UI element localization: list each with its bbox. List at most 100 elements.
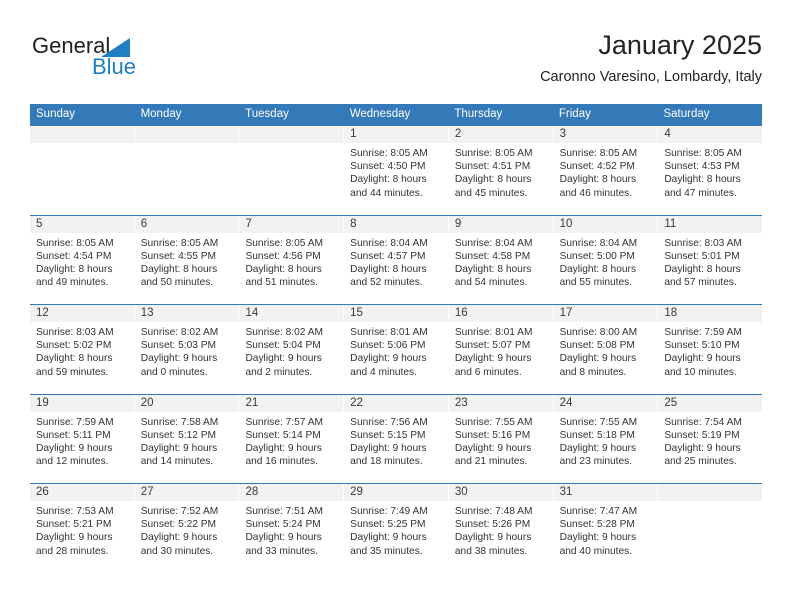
sunset-text: Sunset: 4:54 PM <box>36 250 112 262</box>
day-cell[interactable]: 12 Sunrise: 8:03 AM Sunset: 5:02 PM Dayl… <box>30 305 135 394</box>
sunset-text: Sunset: 5:19 PM <box>664 429 740 441</box>
sunset-text: Sunset: 5:14 PM <box>245 429 321 441</box>
day-cell[interactable]: 3 Sunrise: 8:05 AM Sunset: 4:52 PM Dayli… <box>553 126 659 215</box>
day-number-band: 2 <box>448 126 553 143</box>
sunset-text: Sunset: 5:22 PM <box>140 519 217 531</box>
daylight-text-line1: Daylight: 9 hours <box>36 532 113 544</box>
day-cell[interactable]: 9 Sunrise: 8:04 AM Sunset: 4:58 PM Dayli… <box>448 215 554 304</box>
day-cell[interactable]: 6 Sunrise: 8:05 AM Sunset: 4:55 PM Dayli… <box>134 215 240 304</box>
day-number-band: 16 <box>448 305 553 322</box>
day-cell[interactable]: 23 Sunrise: 7:55 AM Sunset: 5:16 PM Dayl… <box>448 394 554 483</box>
day-cell[interactable]: 1 Sunrise: 8:05 AM Sunset: 4:50 PM Dayli… <box>344 126 449 215</box>
day-cell[interactable]: 29 Sunrise: 7:49 AM Sunset: 5:25 PM Dayl… <box>344 484 449 573</box>
sunrise-text: Sunrise: 7:51 AM <box>245 506 324 517</box>
sunrise-text: Sunrise: 7:55 AM <box>559 416 638 428</box>
daylight-text-line2: and 2 minutes. <box>245 366 313 378</box>
daylight-text-line2: and 10 minutes. <box>664 366 737 378</box>
sunset-text: Sunset: 5:12 PM <box>140 429 217 441</box>
day-cell[interactable]: 2 Sunrise: 8:05 AM Sunset: 4:51 PM Dayli… <box>448 126 554 215</box>
day-number-band: 22 <box>344 394 448 412</box>
sunset-text: Sunset: 5:26 PM <box>454 519 531 531</box>
day-cell[interactable]: 22 Sunrise: 7:56 AM Sunset: 5:15 PM Dayl… <box>344 394 449 483</box>
daylight-text-line1: Daylight: 8 hours <box>36 263 113 275</box>
day-details: Sunrise: 7:49 AM Sunset: 5:25 PM Dayligh… <box>344 501 448 558</box>
daylight-text-line1: Daylight: 9 hours <box>140 442 218 454</box>
day-cell[interactable]: 17 Sunrise: 8:00 AM Sunset: 5:08 PM Dayl… <box>553 305 659 394</box>
day-cell[interactable]: 20 Sunrise: 7:58 AM Sunset: 5:12 PM Dayl… <box>134 394 240 483</box>
day-cell[interactable]: 4 Sunrise: 8:05 AM Sunset: 4:53 PM Dayli… <box>658 126 763 215</box>
daylight-text-line2: and 47 minutes. <box>664 187 737 199</box>
day-number: 20 <box>140 396 154 409</box>
day-number-band: 13 <box>134 305 239 322</box>
day-details: Sunrise: 8:05 AM Sunset: 4:55 PM Dayligh… <box>135 233 239 290</box>
page-title: January 2025 <box>598 30 762 60</box>
day-cell[interactable] <box>658 484 763 573</box>
day-cell[interactable]: 8 Sunrise: 8:04 AM Sunset: 4:57 PM Dayli… <box>344 215 449 304</box>
sunset-text: Sunset: 4:50 PM <box>350 161 426 173</box>
daylight-text-line2: and 23 minutes. <box>559 456 633 468</box>
daylight-text-line2: and 49 minutes. <box>36 277 109 289</box>
daylight-text-line1: Daylight: 9 hours <box>559 442 637 454</box>
day-cell[interactable]: 24 Sunrise: 7:55 AM Sunset: 5:18 PM Dayl… <box>553 394 659 483</box>
sunrise-text: Sunrise: 8:04 AM <box>350 237 428 249</box>
sunrise-text: Sunrise: 7:57 AM <box>245 416 324 428</box>
sunrise-text: Sunrise: 8:05 AM <box>36 237 114 249</box>
day-details: Sunrise: 8:04 AM Sunset: 4:58 PM Dayligh… <box>449 233 553 290</box>
sunrise-text: Sunrise: 8:05 AM <box>350 148 428 159</box>
daylight-text-line2: and 45 minutes. <box>454 187 528 199</box>
sunset-text: Sunset: 5:28 PM <box>559 519 635 531</box>
weekday-sunday: Sunday <box>36 108 76 120</box>
sunset-text: Sunset: 5:25 PM <box>350 519 426 531</box>
daylight-text-line1: Daylight: 9 hours <box>664 353 741 365</box>
daylight-text-line1: Daylight: 8 hours <box>454 174 532 186</box>
day-number: 17 <box>559 307 573 319</box>
daylight-text-line1: Daylight: 9 hours <box>245 442 322 454</box>
day-number: 9 <box>454 217 462 230</box>
day-cell[interactable] <box>30 126 135 215</box>
day-cell[interactable]: 5 Sunrise: 8:05 AM Sunset: 4:54 PM Dayli… <box>30 215 135 304</box>
daylight-text-line1: Daylight: 8 hours <box>350 263 427 275</box>
sunset-text: Sunset: 5:08 PM <box>559 340 635 352</box>
daylight-text-line1: Daylight: 8 hours <box>140 263 218 275</box>
day-cell[interactable]: 18 Sunrise: 7:59 AM Sunset: 5:10 PM Dayl… <box>658 305 763 394</box>
daylight-text-line1: Daylight: 9 hours <box>245 532 322 544</box>
day-number: 18 <box>664 307 678 319</box>
day-cell[interactable]: 7 Sunrise: 8:05 AM Sunset: 4:56 PM Dayli… <box>239 215 345 304</box>
day-cell[interactable]: 13 Sunrise: 8:02 AM Sunset: 5:03 PM Dayl… <box>134 305 240 394</box>
sunset-text: Sunset: 5:00 PM <box>559 250 635 262</box>
day-details: Sunrise: 8:05 AM Sunset: 4:53 PM Dayligh… <box>658 143 762 200</box>
day-cell[interactable]: 19 Sunrise: 7:59 AM Sunset: 5:11 PM Dayl… <box>30 394 135 483</box>
daylight-text-line1: Daylight: 9 hours <box>140 532 218 544</box>
day-cell[interactable] <box>239 126 345 215</box>
day-cell[interactable]: 10 Sunrise: 8:04 AM Sunset: 5:00 PM Dayl… <box>553 215 659 304</box>
general-blue-logo[interactable]: General Blue <box>32 34 172 86</box>
daylight-text-line2: and 44 minutes. <box>350 187 423 199</box>
day-cell[interactable]: 30 Sunrise: 7:48 AM Sunset: 5:26 PM Dayl… <box>448 484 554 573</box>
day-number-band: 27 <box>134 484 239 501</box>
sunset-text: Sunset: 5:02 PM <box>36 340 112 352</box>
day-cell[interactable]: 15 Sunrise: 8:01 AM Sunset: 5:06 PM Dayl… <box>344 305 449 394</box>
day-cell[interactable]: 26 Sunrise: 7:53 AM Sunset: 5:21 PM Dayl… <box>30 484 135 573</box>
day-details: Sunrise: 7:59 AM Sunset: 5:11 PM Dayligh… <box>30 412 134 469</box>
day-cell[interactable]: 21 Sunrise: 7:57 AM Sunset: 5:14 PM Dayl… <box>239 394 345 483</box>
day-cell[interactable]: 14 Sunrise: 8:02 AM Sunset: 5:04 PM Dayl… <box>239 305 345 394</box>
daylight-text-line1: Daylight: 9 hours <box>454 353 532 365</box>
day-cell[interactable]: 25 Sunrise: 7:54 AM Sunset: 5:19 PM Dayl… <box>658 394 763 484</box>
day-cell[interactable]: 16 Sunrise: 8:01 AM Sunset: 5:07 PM Dayl… <box>448 305 554 394</box>
day-cell[interactable]: 28 Sunrise: 7:51 AM Sunset: 5:24 PM Dayl… <box>239 484 345 573</box>
day-number-band: 20 <box>134 394 239 412</box>
day-number: 12 <box>36 307 49 319</box>
day-details: Sunrise: 7:58 AM Sunset: 5:12 PM Dayligh… <box>135 412 239 469</box>
day-number-band <box>30 126 134 143</box>
day-details: Sunrise: 8:01 AM Sunset: 5:06 PM Dayligh… <box>344 322 448 379</box>
day-cell[interactable]: 27 Sunrise: 7:52 AM Sunset: 5:22 PM Dayl… <box>134 484 240 573</box>
daylight-text-line2: and 35 minutes. <box>350 545 423 557</box>
day-cell[interactable] <box>134 126 240 215</box>
day-details: Sunrise: 7:52 AM Sunset: 5:22 PM Dayligh… <box>135 501 239 558</box>
sunrise-text: Sunrise: 7:48 AM <box>454 506 533 517</box>
day-number: 31 <box>559 486 573 498</box>
day-cell[interactable]: 11 Sunrise: 8:03 AM Sunset: 5:01 PM Dayl… <box>658 215 763 305</box>
daylight-text-line2: and 55 minutes. <box>559 277 633 289</box>
day-details: Sunrise: 8:00 AM Sunset: 5:08 PM Dayligh… <box>554 322 658 379</box>
day-cell[interactable]: 31 Sunrise: 7:47 AM Sunset: 5:28 PM Dayl… <box>553 484 659 573</box>
